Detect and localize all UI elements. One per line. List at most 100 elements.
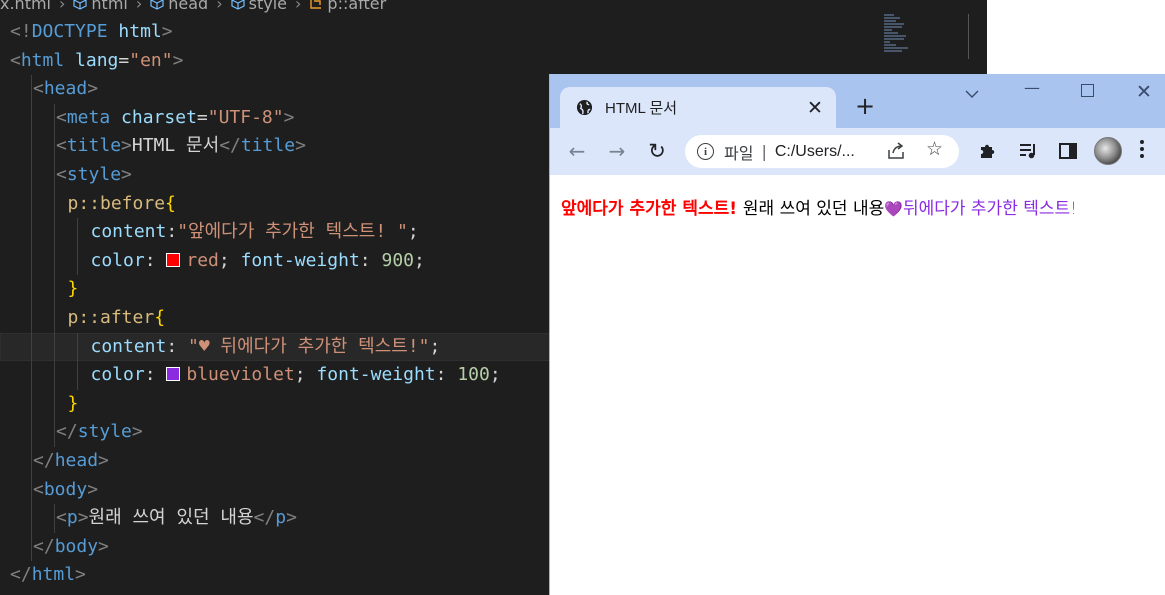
code-token: p bbox=[66, 507, 78, 529]
code-token: title bbox=[66, 135, 122, 157]
code-token: lang bbox=[75, 49, 119, 71]
code-token: title bbox=[240, 135, 296, 157]
indent-guide bbox=[31, 332, 32, 362]
window-close-button[interactable]: ✕ bbox=[1136, 81, 1152, 103]
code-token: DOCTYPE bbox=[31, 21, 108, 42]
browser-titlebar[interactable]: HTML 문서 ✕ + — ✕ bbox=[550, 74, 1165, 128]
code-token: ; bbox=[407, 221, 419, 243]
indent-guide bbox=[31, 532, 32, 562]
code-token: > bbox=[172, 49, 184, 71]
share-icon[interactable] bbox=[887, 142, 905, 160]
code-token: : bbox=[144, 364, 167, 386]
breadcrumb-item-file[interactable]: x.html bbox=[0, 0, 51, 13]
indent-guide bbox=[31, 132, 32, 161]
code-token: > bbox=[283, 106, 295, 128]
code-token: "en" bbox=[129, 49, 173, 71]
url-text[interactable]: C:/Users/... bbox=[775, 143, 855, 161]
close-tab-icon[interactable]: ✕ bbox=[800, 97, 830, 119]
tab-html-document[interactable]: HTML 문서 ✕ bbox=[560, 87, 836, 128]
cube-icon bbox=[73, 0, 88, 10]
breadcrumb-item-selector[interactable]: p::after bbox=[327, 0, 386, 13]
code-token: : bbox=[166, 221, 178, 243]
scrollbar[interactable] bbox=[968, 14, 969, 59]
media-queue-icon[interactable] bbox=[1018, 141, 1038, 161]
code-token: ; bbox=[429, 335, 441, 357]
code-token: "앞에다가 추가한 텍스트! " bbox=[177, 221, 408, 243]
code-token: ; bbox=[414, 249, 425, 271]
info-icon[interactable]: i bbox=[697, 143, 714, 160]
rendered-paragraph: 앞에다가 추가한 텍스트! 원래 쓰여 있던 내용💜뒤에다가 추가한 텍스트! bbox=[561, 196, 1161, 223]
code-line[interactable]: <!DOCTYPE html> bbox=[10, 18, 987, 47]
tab-title: HTML 문서 bbox=[605, 100, 678, 117]
code-token: : bbox=[166, 335, 189, 357]
indent-guide bbox=[31, 504, 32, 533]
indent-guide bbox=[54, 275, 55, 304]
reload-button[interactable]: ↻ bbox=[644, 138, 670, 164]
code-token: : bbox=[435, 364, 458, 386]
code-token: > bbox=[161, 21, 173, 42]
indent-guide bbox=[54, 361, 55, 390]
breadcrumb-item-html[interactable]: html bbox=[91, 0, 127, 13]
code-token: ; bbox=[294, 364, 317, 386]
code-token: content bbox=[90, 221, 167, 243]
code-token: > bbox=[286, 507, 297, 529]
side-panel-icon[interactable] bbox=[1058, 141, 1078, 161]
code-token: HTML 문서 bbox=[131, 135, 220, 157]
back-button[interactable]: ← bbox=[564, 138, 590, 164]
code-token: content bbox=[90, 335, 167, 357]
browser-toolbar: ← → ↻ i 파일 | C:/Users/... ☆ bbox=[550, 128, 1165, 175]
indent-guide bbox=[77, 332, 78, 362]
code-token: > bbox=[77, 507, 89, 529]
code-token: = bbox=[196, 106, 208, 128]
code-token: } bbox=[67, 392, 79, 414]
code-token: blueviolet bbox=[186, 364, 295, 386]
code-line[interactable]: <html lang="en"> bbox=[10, 47, 987, 76]
new-tab-button[interactable]: + bbox=[855, 92, 875, 120]
indent-guide bbox=[54, 389, 55, 419]
code-token: ; bbox=[218, 249, 241, 271]
code-token: body bbox=[43, 478, 88, 500]
address-separator: | bbox=[761, 142, 767, 161]
indent-guide bbox=[31, 160, 32, 190]
code-token: font-weight bbox=[240, 249, 360, 271]
code-token: < bbox=[56, 507, 67, 529]
profile-avatar[interactable] bbox=[1094, 137, 1122, 165]
code-token: style bbox=[77, 421, 132, 443]
purple-heart-icon: 💜 bbox=[884, 200, 903, 218]
code-token: </ bbox=[253, 507, 276, 529]
code-token: ; bbox=[489, 364, 501, 386]
code-token: font-weight bbox=[316, 364, 436, 386]
bookmark-star-icon[interactable]: ☆ bbox=[926, 138, 943, 160]
indent-guide bbox=[54, 303, 55, 333]
browser-window[interactable]: HTML 문서 ✕ + — ✕ ← → ↻ i 파일 | C:/Users/..… bbox=[549, 74, 1165, 595]
after-pseudo-text: 뒤에다가 추가한 텍스트! bbox=[902, 199, 1077, 219]
breadcrumb-item-style[interactable]: style bbox=[249, 0, 287, 13]
indent-guide bbox=[31, 246, 32, 276]
breadcrumb-item-head[interactable]: head bbox=[168, 0, 208, 13]
indent-guide bbox=[54, 504, 55, 533]
indent-guide bbox=[54, 103, 55, 133]
indent-guide bbox=[31, 418, 32, 447]
indent-guide bbox=[77, 218, 78, 247]
maximize-button[interactable] bbox=[1081, 84, 1094, 97]
code-token: 900 bbox=[381, 249, 414, 271]
minimize-button[interactable]: — bbox=[1024, 78, 1040, 97]
breadcrumb: x.html › html › head › style › p::after bbox=[0, 0, 386, 14]
code-token: : bbox=[359, 249, 382, 271]
before-pseudo-text: 앞에다가 추가한 텍스트! bbox=[561, 199, 743, 219]
chevron-right-icon: › bbox=[135, 0, 143, 13]
indent-guide bbox=[31, 275, 32, 304]
code-token: < bbox=[33, 78, 44, 100]
forward-button[interactable]: → bbox=[604, 138, 630, 164]
address-bar[interactable]: i 파일 | C:/Users/... bbox=[685, 135, 959, 168]
minimap[interactable] bbox=[884, 14, 908, 58]
more-menu-icon[interactable] bbox=[1140, 140, 1146, 161]
cube-icon bbox=[150, 0, 164, 10]
tab-search-chevron-icon[interactable] bbox=[965, 84, 979, 103]
code-token: 100 bbox=[457, 364, 490, 386]
code-token: html bbox=[20, 49, 65, 71]
code-token: < bbox=[10, 49, 21, 71]
code-token: red bbox=[186, 249, 219, 271]
extensions-puzzle-icon[interactable] bbox=[978, 141, 998, 161]
